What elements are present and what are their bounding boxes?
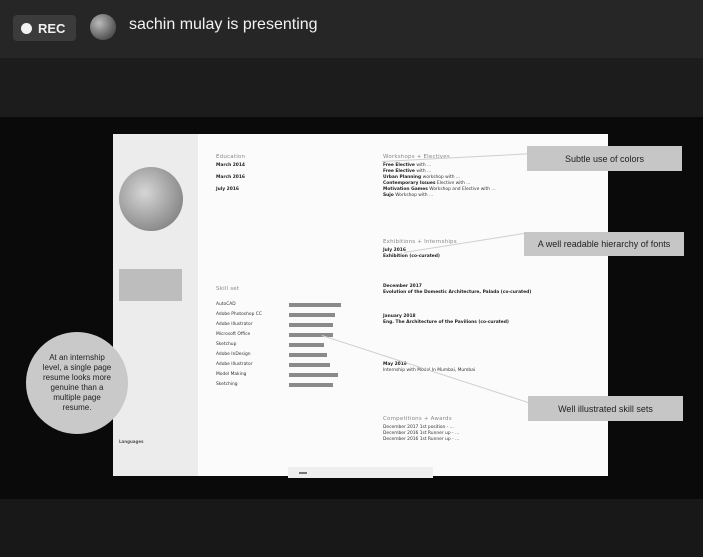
shared-slide: Languages Education March 2014 March 201… xyxy=(113,134,608,476)
skills-heading: Skill set xyxy=(216,286,240,292)
workshop-item: Sujo Workshop with ... xyxy=(383,193,598,199)
workshop-title: Free Elective xyxy=(383,169,415,174)
skill-bar xyxy=(289,363,330,367)
workshop-title: Urban Planning xyxy=(383,175,422,180)
exhibitions-section: Exhibitions + Internships July 2016 Exhi… xyxy=(383,239,598,374)
competition-item: December 2016 1st Runner up - ... xyxy=(383,437,460,442)
presenter-name: sachin mulay is presenting xyxy=(129,16,318,33)
skill-name: Sketching xyxy=(216,382,238,387)
name-block xyxy=(119,269,182,301)
workshop-detail: workshop with ... xyxy=(422,175,461,180)
callout-skills: Well illustrated skill sets xyxy=(528,396,683,421)
workshop-title: Motivation Games xyxy=(383,187,428,192)
education-section: Education March 2014 March 2016 July 201… xyxy=(216,154,371,199)
skill-name: Model Making xyxy=(216,372,247,377)
workshop-detail: with ... xyxy=(416,169,432,174)
skill-name: Microsoft Office xyxy=(216,332,251,337)
note-text: At an internship level, a single page re… xyxy=(42,353,112,412)
skill-name: Adobe Photoshop CC xyxy=(216,312,262,317)
edu-date: July 2016 xyxy=(216,187,239,192)
skill-name: Adobe Illustrator xyxy=(216,362,253,367)
workshop-detail: Elective with ... xyxy=(436,181,471,186)
workshop-detail: Workshop and Elective with ... xyxy=(429,187,496,192)
skill-name: Adobe InDesign xyxy=(216,352,251,357)
edu-date: March 2014 xyxy=(216,163,245,168)
top-bar: REC sachin mulay is presenting xyxy=(0,0,703,58)
skill-bar xyxy=(289,383,333,387)
skill-name: AutoCAD xyxy=(216,302,236,307)
note-circle: At an internship level, a single page re… xyxy=(26,332,128,434)
workshop-title: Free Elective xyxy=(383,163,415,168)
languages-heading: Languages xyxy=(119,439,144,444)
skill-bar xyxy=(289,303,341,307)
workshop-detail: with ... xyxy=(416,163,432,168)
skill-bar xyxy=(289,373,338,377)
bottom-bar xyxy=(0,499,703,557)
rec-label: REC xyxy=(38,20,66,36)
skill-bar xyxy=(289,313,335,317)
education-heading: Education xyxy=(216,154,246,160)
skill-name: Sketchup xyxy=(216,342,237,347)
profile-photo xyxy=(119,167,183,231)
workshop-title: Sujo xyxy=(383,193,394,198)
presenter-avatar xyxy=(90,14,116,40)
rec-button[interactable]: REC xyxy=(13,15,76,41)
skill-name: Adobe Illustrator xyxy=(216,322,253,327)
slide-controls xyxy=(288,467,433,478)
workshop-detail: Workshop with ... xyxy=(395,193,434,198)
callout-hierarchy: A well readable hierarchy of fonts xyxy=(524,232,684,256)
record-icon xyxy=(21,22,32,34)
skill-bar xyxy=(289,323,333,327)
callout-colors: Subtle use of colors xyxy=(527,146,682,171)
workshop-title: Contemporary Issues xyxy=(383,181,436,186)
stop-share-button[interactable] xyxy=(299,471,307,474)
exhibition-title: Internship with Model In Mumbai, Mumbai xyxy=(383,368,598,374)
stage-upper xyxy=(0,58,703,117)
skill-bar xyxy=(289,353,327,357)
skill-bar xyxy=(289,343,324,347)
edu-date: March 2016 xyxy=(216,175,245,180)
